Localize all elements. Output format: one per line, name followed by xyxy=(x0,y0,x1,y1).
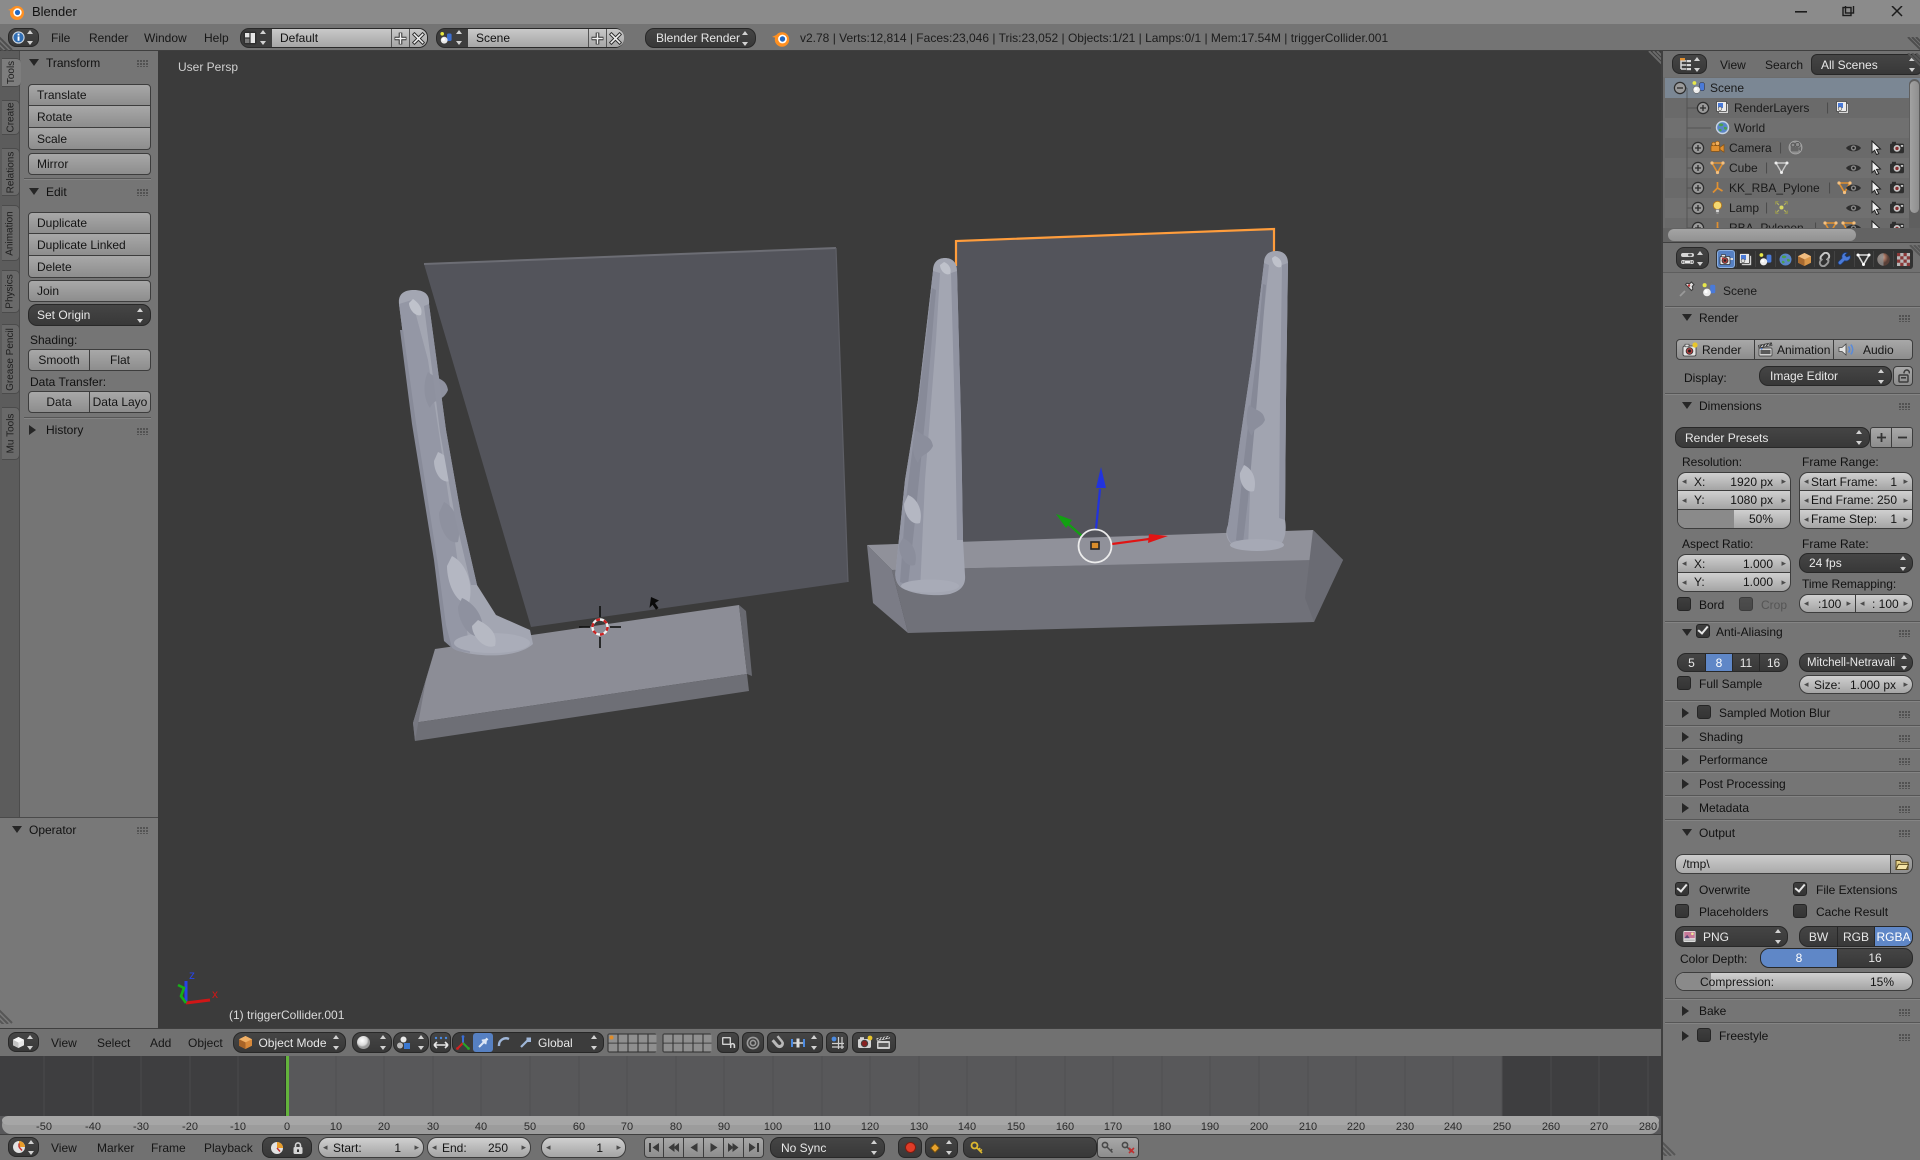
svg-text:240: 240 xyxy=(1444,1121,1462,1133)
svg-text:80: 80 xyxy=(670,1121,682,1133)
svg-text:90: 90 xyxy=(718,1121,730,1133)
svg-text:100: 100 xyxy=(764,1121,782,1133)
svg-text:250: 250 xyxy=(1493,1121,1511,1133)
svg-text:-50: -50 xyxy=(36,1121,52,1133)
svg-text:210: 210 xyxy=(1299,1121,1317,1133)
svg-text:x: x xyxy=(212,987,218,1001)
svg-text:z: z xyxy=(189,968,195,982)
svg-text:160: 160 xyxy=(1056,1121,1074,1133)
svg-text:270: 270 xyxy=(1590,1121,1608,1133)
svg-text:30: 30 xyxy=(427,1121,439,1133)
svg-text:-30: -30 xyxy=(133,1121,149,1133)
svg-text:190: 190 xyxy=(1201,1121,1219,1133)
svg-text:170: 170 xyxy=(1104,1121,1122,1133)
svg-text:20: 20 xyxy=(378,1121,390,1133)
svg-text:230: 230 xyxy=(1396,1121,1414,1133)
svg-text:200: 200 xyxy=(1250,1121,1268,1133)
svg-text:-20: -20 xyxy=(182,1121,198,1133)
svg-text:130: 130 xyxy=(910,1121,928,1133)
svg-text:-10: -10 xyxy=(230,1121,246,1133)
svg-text:0: 0 xyxy=(284,1121,290,1133)
svg-text:180: 180 xyxy=(1153,1121,1171,1133)
svg-text:260: 260 xyxy=(1542,1121,1560,1133)
svg-text:50: 50 xyxy=(524,1121,536,1133)
svg-text:280: 280 xyxy=(1639,1121,1657,1133)
svg-text:70: 70 xyxy=(621,1121,633,1133)
svg-text:60: 60 xyxy=(573,1121,585,1133)
svg-text:110: 110 xyxy=(813,1121,831,1133)
svg-text:140: 140 xyxy=(958,1121,976,1133)
svg-text:220: 220 xyxy=(1347,1121,1365,1133)
svg-text:10: 10 xyxy=(330,1121,342,1133)
svg-text:120: 120 xyxy=(861,1121,879,1133)
svg-text:-40: -40 xyxy=(85,1121,101,1133)
svg-text:40: 40 xyxy=(475,1121,487,1133)
svg-text:150: 150 xyxy=(1007,1121,1025,1133)
